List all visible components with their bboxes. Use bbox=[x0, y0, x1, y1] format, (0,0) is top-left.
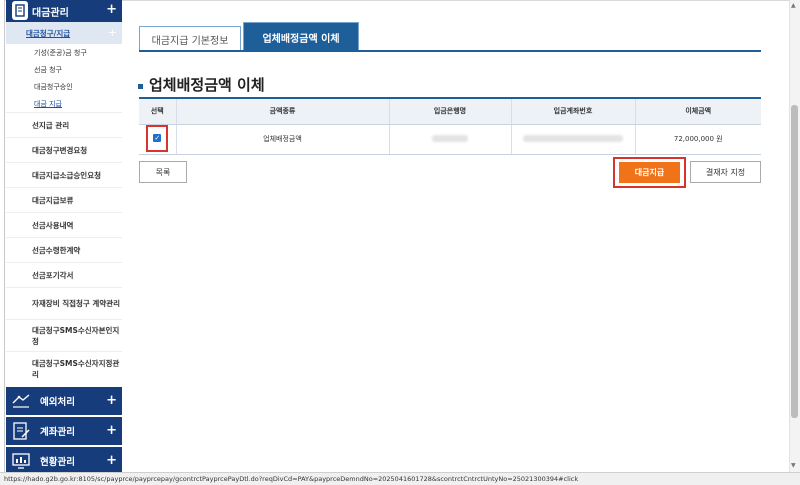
col-header-account: 입금계좌번호 bbox=[511, 97, 636, 125]
row-checkbox[interactable]: ✓ bbox=[153, 133, 162, 142]
pay-button[interactable]: 대금지급 bbox=[619, 162, 680, 183]
cell-amount-type: 업체배정금액 bbox=[176, 124, 390, 155]
sidebar-menu-item[interactable]: 선금수령한계약 bbox=[6, 237, 122, 262]
account-icon bbox=[11, 421, 31, 441]
sidebar-subitem[interactable]: 대금 지급 bbox=[6, 95, 122, 112]
bullet-icon bbox=[138, 83, 143, 89]
bank-redacted bbox=[432, 134, 468, 142]
list-button[interactable]: 목록 bbox=[139, 161, 187, 183]
scroll-up-icon[interactable]: ▲ bbox=[791, 2, 796, 9]
tab-company-transfer[interactable]: 업체배정금액 이체 bbox=[243, 22, 359, 51]
scrollbar-thumb[interactable] bbox=[791, 105, 798, 418]
col-header-amount: 이체금액 bbox=[635, 97, 761, 125]
expand-plus-icon[interactable]: + bbox=[106, 2, 117, 17]
col-header-select: 선택 bbox=[139, 97, 177, 125]
sidebar-category-1[interactable]: 예외처리 + bbox=[6, 387, 122, 415]
cell-account bbox=[511, 124, 636, 155]
sidebar-menu-item[interactable]: 자재장비 직접청구 계약관리 bbox=[6, 287, 122, 319]
col-header-amount-type: 금액종류 bbox=[176, 97, 390, 125]
transfer-table: 선택 금액종류 입금은행명 입금계좌번호 이체금액 ✓ 업체배정금액 72,00… bbox=[139, 97, 761, 155]
tab-underline bbox=[139, 50, 761, 52]
account-redacted bbox=[523, 134, 623, 142]
cell-select: ✓ bbox=[139, 124, 177, 155]
sidebar-header-label: 대금관리 bbox=[32, 7, 69, 19]
sidebar-category-label: 계좌관리 bbox=[40, 427, 75, 438]
sidebar-category-label: 현황관리 bbox=[40, 457, 75, 468]
scroll-down-icon[interactable]: ▼ bbox=[791, 462, 796, 469]
sidebar-menu-item[interactable]: 대금지급소급승인요청 bbox=[6, 162, 122, 187]
tab-bar: 대금지급 기본정보 업체배정금액 이체 bbox=[139, 22, 359, 51]
section-title: 업체배정금액 이체 bbox=[149, 76, 265, 94]
sidebar-subitem[interactable]: 기성(준공)금 청구 bbox=[6, 44, 122, 61]
sidebar-menu-item[interactable]: 선지급 관리 bbox=[6, 112, 122, 137]
sidebar-category-label: 예외처리 bbox=[40, 397, 75, 408]
table-header-row: 선택 금액종류 입금은행명 입금계좌번호 이체금액 bbox=[139, 97, 761, 125]
status-icon bbox=[11, 451, 31, 471]
table-row: ✓ 업체배정금액 72,000,000 원 bbox=[139, 124, 761, 155]
assign-approver-button[interactable]: 결재자 지정 bbox=[690, 161, 761, 183]
sidebar-submenu: 대금청구/지급 + 기성(준공)금 청구 선금 청구 대금청구승인 대금 지급 bbox=[6, 22, 122, 112]
sidebar-subitem[interactable]: 선금 청구 bbox=[6, 61, 122, 78]
sidebar-menu-item[interactable]: 대금지급보류 bbox=[6, 187, 122, 212]
tab-basic-info[interactable]: 대금지급 기본정보 bbox=[139, 26, 241, 51]
pay-button-highlight: 대금지급 bbox=[613, 157, 686, 188]
checkbox-highlight: ✓ bbox=[146, 124, 169, 152]
building-icon bbox=[12, 1, 28, 20]
sidebar-menu-item[interactable]: 선금포기각서 bbox=[6, 262, 122, 287]
cell-amount: 72,000,000 원 bbox=[635, 124, 761, 155]
subtitle-plus-icon: + bbox=[107, 26, 117, 39]
exception-icon bbox=[11, 391, 31, 411]
sidebar: 대금관리 + 대금청구/지급 + 기성(준공)금 청구 선금 청구 대금청구승인 대금… bbox=[6, 0, 122, 475]
sidebar-menu-item[interactable]: 대금청구SMS수신자본인지정 bbox=[6, 319, 122, 351]
window-left-border bbox=[0, 0, 5, 485]
sidebar-menu-item[interactable]: 선금사용내역 bbox=[6, 212, 122, 237]
sidebar-category-2[interactable]: 계좌관리 + bbox=[6, 417, 122, 445]
cell-bank bbox=[389, 124, 512, 155]
sidebar-menu-item[interactable]: 대금청구SMS수신자지정관리 bbox=[6, 351, 122, 385]
sidebar-menu-item[interactable]: 대금청구변경요청 bbox=[6, 137, 122, 162]
sidebar-subtitle-label: 대금청구/지급 bbox=[26, 28, 71, 38]
sidebar-subitem[interactable]: 대금청구승인 bbox=[6, 78, 122, 95]
expand-plus-icon[interactable]: + bbox=[106, 423, 117, 438]
expand-plus-icon[interactable]: + bbox=[106, 453, 117, 468]
status-bar-url: https://hado.g2b.go.kr:8105/sc/payprce/p… bbox=[0, 472, 800, 485]
sidebar-header-payment[interactable]: 대금관리 + bbox=[6, 0, 122, 22]
expand-plus-icon[interactable]: + bbox=[106, 393, 117, 408]
col-header-bank: 입금은행명 bbox=[389, 97, 512, 125]
sidebar-subtitle[interactable]: 대금청구/지급 + bbox=[6, 22, 122, 44]
section-heading: 업체배정금액 이체 bbox=[138, 74, 265, 95]
sidebar-category-3[interactable]: 현황관리 + bbox=[6, 447, 122, 475]
